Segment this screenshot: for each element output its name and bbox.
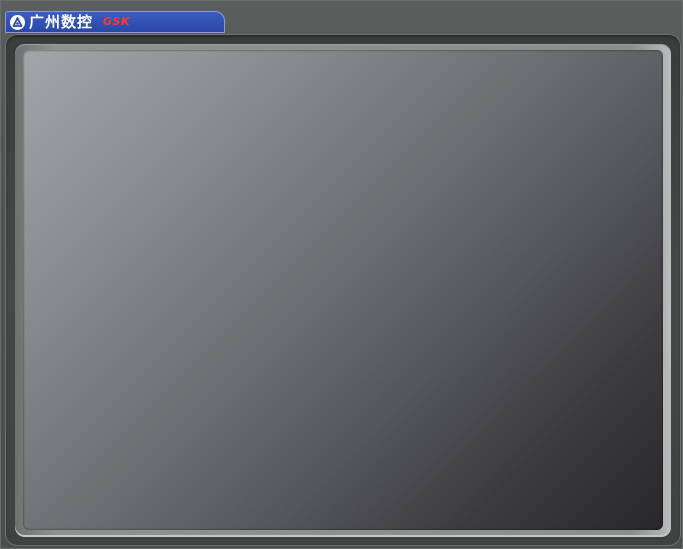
gsk-logo-icon <box>10 14 25 30</box>
display-screen <box>23 50 663 530</box>
cnc-panel-frame: 广州数控 GSK <box>0 0 683 549</box>
brand-name: 广州数控 <box>29 13 94 31</box>
brand-tab: 广州数控 GSK <box>5 11 225 33</box>
brand-code: GSK <box>103 15 130 28</box>
